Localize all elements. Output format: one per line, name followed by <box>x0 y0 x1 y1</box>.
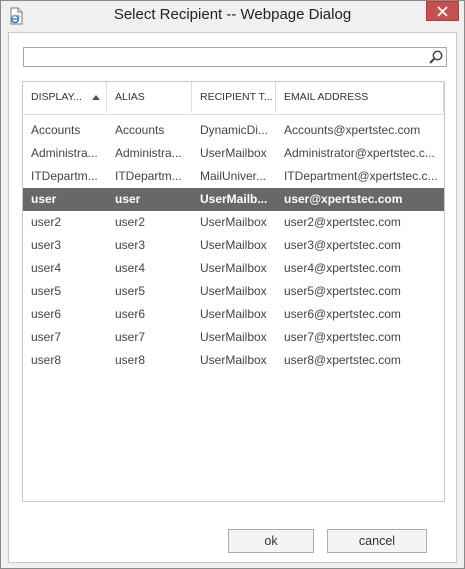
search-input[interactable] <box>27 49 421 65</box>
cell-display-name: user8 <box>31 353 62 367</box>
column-header-email-address[interactable]: EMAIL ADDRESS <box>276 82 444 113</box>
table-row[interactable]: user7 user7 UserMailbox user7@xpertstec.com <box>23 326 444 349</box>
cell-alias: user5 <box>115 284 146 298</box>
cell-alias: ITDepartm... <box>115 169 182 183</box>
cell-email-address: user6@xpertstec.com <box>284 307 401 321</box>
table-row[interactable]: user user UserMailb... user@xpertstec.com <box>23 188 444 211</box>
cell-email-address: user2@xpertstec.com <box>284 215 401 229</box>
cell-display-name: user3 <box>31 238 62 252</box>
cell-email-address: ITDepartment@xpertstec.c... <box>284 169 438 183</box>
table-row[interactable]: Accounts Accounts DynamicDi... Accounts@xpe… <box>23 119 444 142</box>
sort-ascending-icon <box>92 95 100 100</box>
cell-email-address: user5@xpertstec.com <box>284 284 401 298</box>
cell-alias: user3 <box>115 238 146 252</box>
column-header-label: RECIPIENT T... <box>200 91 273 103</box>
cell-recipient-type: DynamicDi... <box>200 123 269 137</box>
cell-display-name: user2 <box>31 215 62 229</box>
table-row[interactable]: user3 user3 UserMailbox user3@xpertstec.com <box>23 234 444 257</box>
cell-email-address: user7@xpertstec.com <box>284 330 401 344</box>
cell-alias: user <box>115 192 141 206</box>
cell-display-name: Accounts <box>31 123 81 137</box>
title-bar: Select Recipient -- Webpage Dialog <box>1 1 464 32</box>
cell-recipient-type: UserMailbox <box>200 353 267 367</box>
cell-alias: user2 <box>115 215 146 229</box>
cancel-button[interactable]: cancel <box>327 529 427 553</box>
column-header-alias[interactable]: ALIAS <box>107 82 192 113</box>
cell-display-name: user6 <box>31 307 62 321</box>
cell-recipient-type: UserMailb... <box>200 192 268 206</box>
cell-email-address: Accounts@xpertstec.com <box>284 123 421 137</box>
search-icon[interactable] <box>428 49 444 65</box>
dialog-window: Select Recipient -- Webpage Dialog DISPL… <box>0 0 465 569</box>
cell-recipient-type: UserMailbox <box>200 330 267 344</box>
cell-email-address: Administrator@xpertstec.c... <box>284 146 435 160</box>
close-icon <box>437 5 448 17</box>
cell-alias: Accounts <box>115 123 165 137</box>
table-row[interactable]: user4 user4 UserMailbox user4@xpertstec.com <box>23 257 444 280</box>
cell-display-name: Administra... <box>31 146 98 160</box>
cell-recipient-type: UserMailbox <box>200 261 267 275</box>
column-header-display-name[interactable]: DISPLAY... <box>23 82 107 113</box>
column-header-label: DISPLAY... <box>31 91 82 103</box>
cell-alias: user4 <box>115 261 146 275</box>
cell-recipient-type: UserMailbox <box>200 307 267 321</box>
ok-button[interactable]: ok <box>228 529 314 553</box>
grid-header: DISPLAY... ALIAS RECIPIENT T... EMAIL AD… <box>23 82 444 115</box>
cell-recipient-type: UserMailbox <box>200 284 267 298</box>
cell-display-name: user4 <box>31 261 62 275</box>
table-row[interactable]: user6 user6 UserMailbox user6@xpertstec.com <box>23 303 444 326</box>
cell-recipient-type: MailUniver... <box>200 169 267 183</box>
column-header-label: EMAIL ADDRESS <box>284 91 369 103</box>
cell-display-name: user <box>31 192 57 206</box>
cell-alias: user7 <box>115 330 146 344</box>
search-box[interactable] <box>23 47 447 67</box>
table-row[interactable]: ITDepartm... ITDepartm... MailUniver... ITD… <box>23 165 444 188</box>
cell-email-address: user@xpertstec.com <box>284 192 403 206</box>
dialog-body: DISPLAY... ALIAS RECIPIENT T... EMAIL AD… <box>8 32 457 563</box>
recipient-grid: DISPLAY... ALIAS RECIPIENT T... EMAIL AD… <box>22 81 445 502</box>
column-header-recipient-type[interactable]: RECIPIENT T... <box>192 82 276 113</box>
window-title: Select Recipient -- Webpage Dialog <box>113 6 352 23</box>
cell-recipient-type: UserMailbox <box>200 238 267 252</box>
table-row[interactable]: Administra... Administra... UserMailbox Adm… <box>23 142 444 165</box>
cell-display-name: ITDepartm... <box>31 169 98 183</box>
column-header-label: ALIAS <box>115 91 145 103</box>
cell-display-name: user7 <box>31 330 62 344</box>
table-row[interactable]: user2 user2 UserMailbox user2@xpertstec.com <box>23 211 444 234</box>
cell-alias: Administra... <box>115 146 182 160</box>
cell-alias: user6 <box>115 307 146 321</box>
grid-rows: Accounts Accounts DynamicDi... Accounts@xpe… <box>23 119 444 372</box>
cell-email-address: user3@xpertstec.com <box>284 238 401 252</box>
close-button[interactable] <box>426 1 459 21</box>
cell-recipient-type: UserMailbox <box>200 215 267 229</box>
cell-email-address: user8@xpertstec.com <box>284 353 401 367</box>
table-row[interactable]: user8 user8 UserMailbox user8@xpertstec.com <box>23 349 444 372</box>
cell-display-name: user5 <box>31 284 62 298</box>
cell-alias: user8 <box>115 353 146 367</box>
cell-email-address: user4@xpertstec.com <box>284 261 401 275</box>
cell-recipient-type: UserMailbox <box>200 146 267 160</box>
table-row[interactable]: user5 user5 UserMailbox user5@xpertstec.com <box>23 280 444 303</box>
